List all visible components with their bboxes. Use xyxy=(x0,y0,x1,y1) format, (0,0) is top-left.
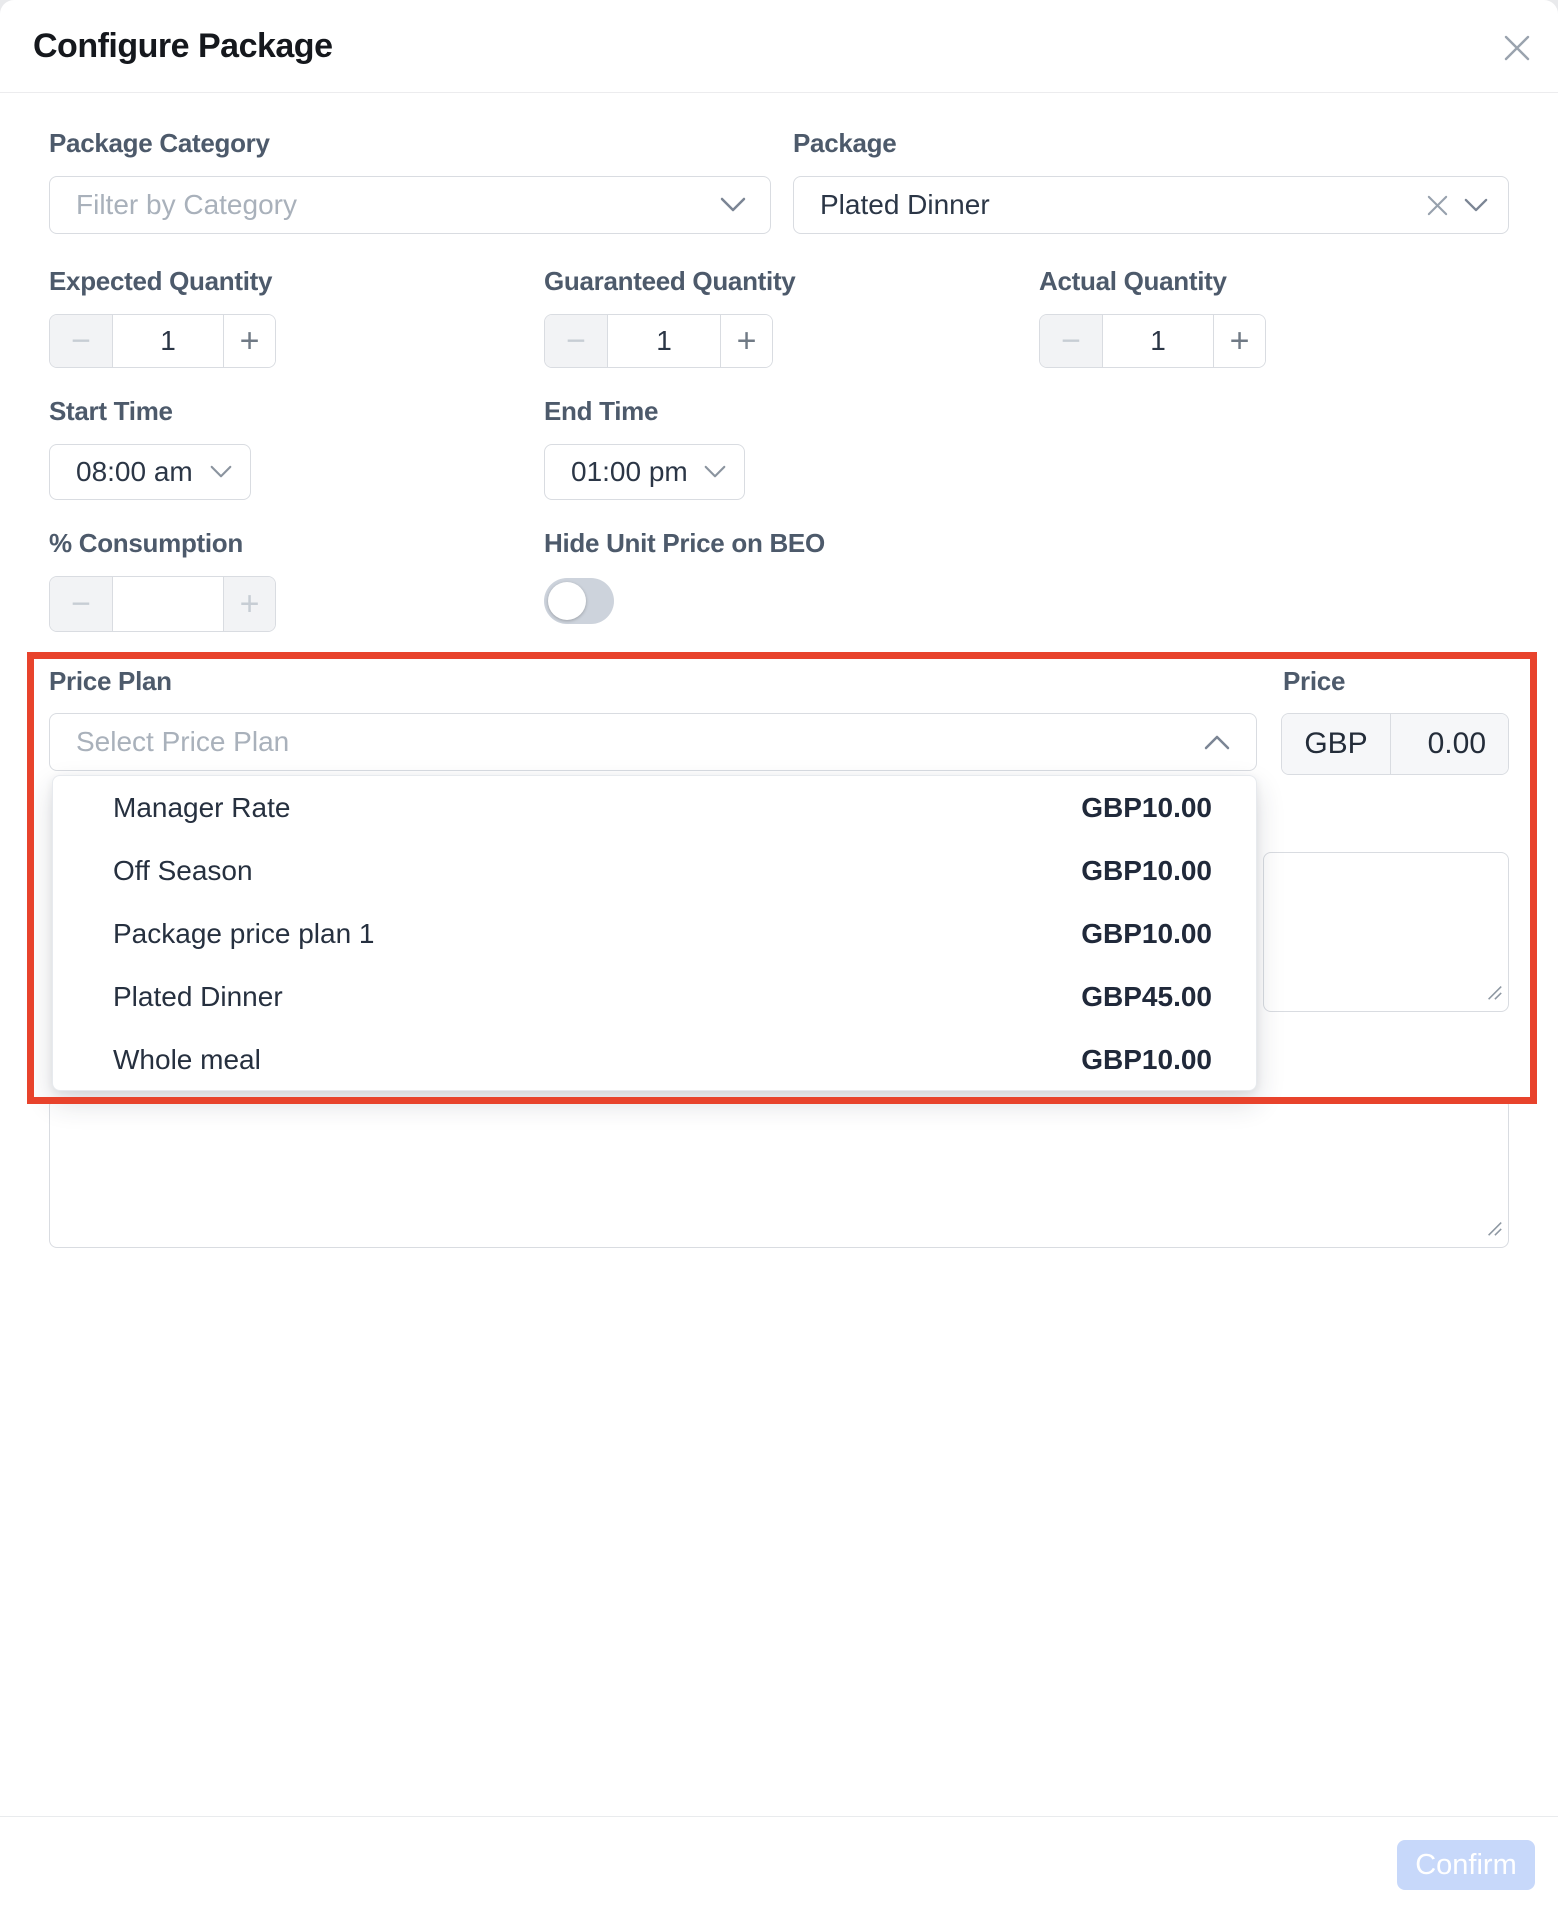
chevron-down-icon xyxy=(704,465,726,479)
resize-handle-icon[interactable] xyxy=(1485,1219,1503,1242)
chevron-down-icon xyxy=(210,465,232,479)
price-plan-select[interactable]: Select Price Plan xyxy=(49,713,1257,771)
price-plan-option[interactable]: Whole meal GBP10.00 xyxy=(53,1028,1256,1091)
package-category-placeholder: Filter by Category xyxy=(76,189,297,221)
option-price: GBP10.00 xyxy=(1081,918,1212,950)
option-name: Plated Dinner xyxy=(113,981,283,1013)
minus-button[interactable]: − xyxy=(1040,315,1102,367)
page-title: Configure Package xyxy=(33,27,332,66)
option-price: GBP10.00 xyxy=(1081,1044,1212,1076)
plus-button[interactable]: + xyxy=(224,577,275,631)
end-time-label: End Time xyxy=(544,396,658,427)
price-plan-option[interactable]: Plated Dinner GBP45.00 xyxy=(53,965,1256,1028)
plus-button[interactable]: + xyxy=(721,315,772,367)
chevron-down-icon xyxy=(1464,198,1488,213)
minus-button[interactable]: − xyxy=(545,315,607,367)
chevron-down-icon xyxy=(720,197,746,213)
minus-button[interactable]: − xyxy=(50,315,112,367)
footer-divider xyxy=(0,1816,1558,1817)
price-plan-option[interactable]: Off Season GBP10.00 xyxy=(53,839,1256,902)
package-value: Plated Dinner xyxy=(820,189,990,221)
start-time-select[interactable]: 08:00 am xyxy=(49,444,251,500)
price-plan-option[interactable]: Package price plan 1 GBP10.00 xyxy=(53,902,1256,965)
description-textarea[interactable] xyxy=(49,1098,1509,1248)
actual-quantity-label: Actual Quantity xyxy=(1039,266,1227,297)
price-plan-label: Price Plan xyxy=(49,666,172,697)
price-label: Price xyxy=(1283,666,1345,697)
close-button[interactable] xyxy=(1495,28,1539,72)
resize-handle-icon[interactable] xyxy=(1485,983,1503,1006)
guaranteed-quantity-label: Guaranteed Quantity xyxy=(544,266,795,297)
consumption-stepper: − + xyxy=(49,576,276,632)
option-price: GBP10.00 xyxy=(1081,792,1212,824)
minus-button[interactable]: − xyxy=(50,577,112,631)
hide-unit-price-toggle[interactable] xyxy=(544,578,614,624)
price-amount-input[interactable]: 0.00 xyxy=(1391,714,1508,774)
toggle-knob xyxy=(548,582,586,620)
guaranteed-quantity-stepper: − 1 + xyxy=(544,314,773,368)
end-time-value: 01:00 pm xyxy=(571,456,688,488)
hide-unit-price-label: Hide Unit Price on BEO xyxy=(544,528,825,559)
option-name: Manager Rate xyxy=(113,792,290,824)
clear-icon[interactable] xyxy=(1425,193,1450,218)
price-plan-dropdown: Manager Rate GBP10.00 Off Season GBP10.0… xyxy=(52,775,1257,1091)
price-currency: GBP xyxy=(1282,714,1391,774)
start-time-value: 08:00 am xyxy=(76,456,193,488)
expected-quantity-stepper: − 1 + xyxy=(49,314,276,368)
close-icon xyxy=(1499,30,1535,71)
actual-quantity-stepper: − 1 + xyxy=(1039,314,1266,368)
guaranteed-quantity-value[interactable]: 1 xyxy=(607,315,721,367)
consumption-label: % Consumption xyxy=(49,528,243,559)
configure-package-modal: Configure Package Package Category Filte… xyxy=(0,0,1558,1910)
package-select[interactable]: Plated Dinner xyxy=(793,176,1509,234)
package-category-label: Package Category xyxy=(49,128,270,159)
option-name: Whole meal xyxy=(113,1044,261,1076)
option-name: Package price plan 1 xyxy=(113,918,375,950)
expected-quantity-value[interactable]: 1 xyxy=(112,315,224,367)
option-price: GBP45.00 xyxy=(1081,981,1212,1013)
option-price: GBP10.00 xyxy=(1081,855,1212,887)
chevron-up-icon xyxy=(1204,734,1230,750)
header-divider xyxy=(0,92,1558,93)
consumption-value[interactable] xyxy=(112,577,224,631)
notes-textarea[interactable] xyxy=(1263,852,1509,1012)
price-plan-option[interactable]: Manager Rate GBP10.00 xyxy=(53,776,1256,839)
package-label: Package xyxy=(793,128,896,159)
expected-quantity-label: Expected Quantity xyxy=(49,266,272,297)
end-time-select[interactable]: 01:00 pm xyxy=(544,444,745,500)
plus-button[interactable]: + xyxy=(224,315,275,367)
confirm-button[interactable]: Confirm xyxy=(1397,1840,1535,1890)
price-field: GBP 0.00 xyxy=(1281,713,1509,775)
price-plan-placeholder: Select Price Plan xyxy=(76,726,289,758)
plus-button[interactable]: + xyxy=(1214,315,1265,367)
actual-quantity-value[interactable]: 1 xyxy=(1102,315,1214,367)
start-time-label: Start Time xyxy=(49,396,173,427)
option-name: Off Season xyxy=(113,855,253,887)
package-category-select[interactable]: Filter by Category xyxy=(49,176,771,234)
